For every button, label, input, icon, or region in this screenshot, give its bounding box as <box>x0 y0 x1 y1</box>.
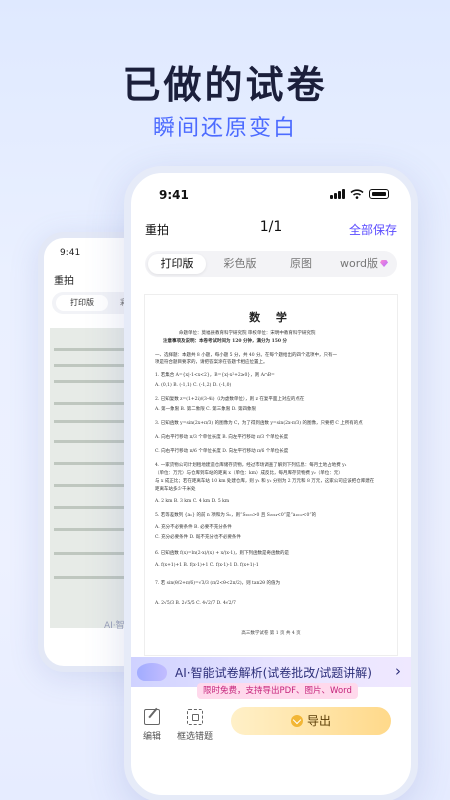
promo-badge: 限时免费，支持导出PDF、图片、Word <box>197 683 358 699</box>
ai-wave-icon <box>137 663 167 681</box>
document-line: 与 x 成正比；若在距离车站 10 km 处建仓库，则 y₁ 和 y₂ 分别为 … <box>155 479 375 484</box>
battery-icon <box>369 189 389 199</box>
document-line: 4. 一家货物公司计划租地建造仓库储存货物，经过市场调查了解到下列信息：每月土地… <box>155 463 347 468</box>
document-line: A. 向右平行移动 π/3 个单位长度 B. 向左平行移动 π/3 个单位长度 <box>155 435 289 440</box>
chevron-right-icon: › <box>395 662 401 680</box>
version-tabs: 打印版 彩色版 原图 word版 <box>145 251 397 277</box>
hero-title: 已做的试卷 <box>122 63 328 107</box>
document-line: 7. 若 sin(θ/2+π/6)=√3/3 (π/2<θ<2π/2)，则 ta… <box>155 581 280 586</box>
document-line: 一、选择题：本题共 8 小题，每小题 5 分，共 40 分。在每个题给出的四个选… <box>155 353 338 358</box>
bg-status-time: 9:41 <box>60 248 81 258</box>
download-icon <box>290 715 303 727</box>
document-line: C. 向右平行移动 π/6 个单位长度 D. 向左平行移动 π/6 个单位长度 <box>155 449 289 454</box>
bg-retake-label: 重拍 <box>54 276 74 287</box>
document-line: 注意事项及说明：本卷考试时间为 120 分钟，满分为 150 分 <box>163 339 288 344</box>
select-box-icon <box>187 709 203 725</box>
tab-print[interactable]: 打印版 <box>148 254 206 274</box>
wifi-icon <box>350 189 364 199</box>
status-time: 9:41 <box>159 188 189 202</box>
gem-icon <box>380 260 389 267</box>
document-line: 5. 若等差数列 {aₙ} 的前 n 项和为 Sₙ，则“S₂₀₂₃>0 且 S₂… <box>155 513 317 518</box>
document-line: 距离车站多少千米处 <box>155 487 196 492</box>
tab-word[interactable]: word版 <box>333 251 395 277</box>
document-line: A. f(x+1)+1 B. f(x-1)+1 C. f(x-1)-1 D. f… <box>155 563 259 568</box>
export-button[interactable]: 导出 <box>231 707 391 735</box>
hero-subtitle: 瞬间还原变白 <box>152 116 297 141</box>
document-line: A. 2 km B. 3 km C. 4 km D. 5 km <box>155 499 230 504</box>
status-bar: 9:41 <box>131 185 411 205</box>
export-label: 导出 <box>306 714 331 728</box>
document-line: C. 充分必要条件 D. 既不充分也不必要条件 <box>155 535 241 540</box>
ai-banner-text: AI·智能试卷解析(试卷批改/试题讲解) <box>175 666 372 680</box>
edit-button[interactable]: 编辑 <box>143 709 161 742</box>
tab-color[interactable]: 彩色版 <box>209 251 271 277</box>
document-line: 命题单位：莫福县教育科学研究院 审校单位：宋明中教育科学研究院 <box>179 331 316 336</box>
document-title: 数 学 <box>249 311 293 324</box>
save-all-button[interactable]: 全部保存 <box>349 221 397 238</box>
document-line: 3. 已知函数 y=sin(2x+π/3) 的图像为 C，为了得到函数 y=si… <box>155 421 363 426</box>
document-line: 1. 若集合 A={x|-1<x<2}，B={x|-x²+2≥0}，则 A∩B= <box>155 373 275 378</box>
bg-tab-print: 打印版 <box>56 295 108 311</box>
edit-label: 编辑 <box>143 732 162 742</box>
tab-word-label: word版 <box>339 257 379 270</box>
exam-document-preview: 数 学 命题单位：莫福县教育科学研究院 审校单位：宋明中教育科学研究院 注意事项… <box>145 295 397 655</box>
document-line: 6. 已知函数 f(x)=ln(2-x)/(x) + x/(x-1)，则下列函数… <box>155 551 290 556</box>
document-line: （单位：万元）与仓库到车站的距离 x（单位：km）成反比，每月库存货物费 y₂（… <box>155 471 343 476</box>
phone-mockup: 9:41 重拍 1/1 全部保存 打印版 彩色版 原图 word版 数 学 命题… <box>124 166 418 800</box>
nav-bar: 重拍 1/1 全部保存 <box>131 217 411 241</box>
document-line: A. 充分不必要条件 B. 必要不充分条件 <box>155 525 232 530</box>
select-wrong-button[interactable]: 框选错题 <box>177 709 213 742</box>
document-footer: 高三数学试卷 第 1 页 共 4 页 <box>241 631 301 636</box>
select-wrong-label: 框选错题 <box>177 732 214 742</box>
edit-icon <box>144 709 160 725</box>
document-line: A. 第一象限 B. 第二象限 C. 第三象限 D. 第四象限 <box>155 407 257 412</box>
document-line: A. (0,1) B. (-1,1) C. (-1,2) D. (-1,0) <box>155 383 232 388</box>
signal-icon <box>330 189 345 199</box>
document-line: 2. 已知复数 z=(1+2i)/(3-4i)（i为虚数单位），则 z 在复平面… <box>155 397 305 402</box>
document-line: 项是符合题目要求的，请把答案涂在答题卡相应位置上。 <box>155 360 268 365</box>
document-line: A. 2√5/3 B. 2√5/5 C. 4√2/7 D. 4√2/7 <box>155 601 236 606</box>
tab-original[interactable]: 原图 <box>271 251 331 277</box>
